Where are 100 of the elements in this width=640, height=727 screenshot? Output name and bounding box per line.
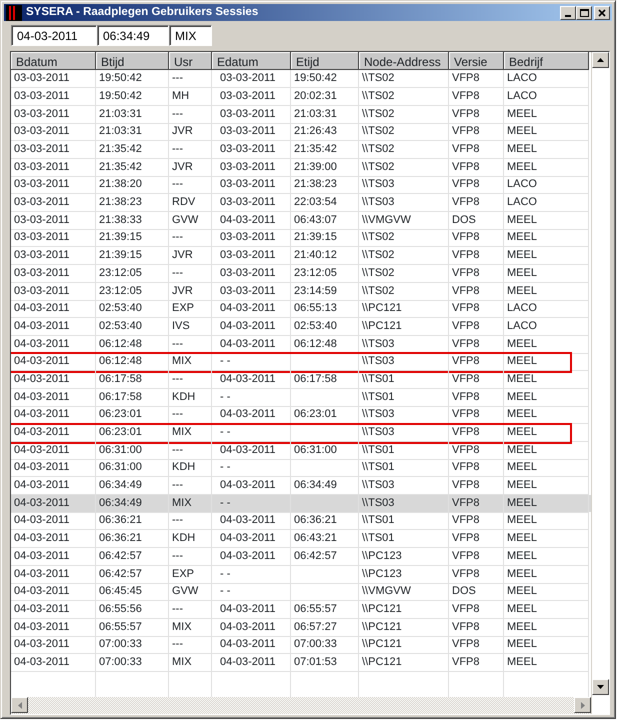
table-row[interactable]: 04-03-2011 06:12:48 --- 04-03-2011 06:12:48 \\TS03 VFP8 MEEL: [11, 336, 591, 354]
table-row[interactable]: 04-03-2011 06:42:57 EXP - - \\PC123 VFP8 MEEL: [11, 566, 591, 584]
table-cell: 03-03-2011: [212, 229, 291, 248]
table-row[interactable]: 03-03-2011 21:35:42 JVR 03-03-2011 21:39:00 \\TS02 VFP8 MEEL: [11, 158, 591, 176]
column-header[interactable]: Edatum: [212, 52, 291, 70]
column-header[interactable]: Bdatum: [11, 52, 96, 70]
vertical-scrollbar[interactable]: [591, 52, 610, 714]
table-cell: 03-03-2011: [11, 282, 96, 300]
table-row[interactable]: 04-03-2011 06:12:48 MIX - - \\TS03 VFP8 MEEL: [11, 353, 591, 371]
table-cell: GVW: [169, 212, 212, 230]
table-cell: 03-03-2011: [11, 158, 96, 177]
table-cell: 03-03-2011: [11, 88, 96, 106]
right-arrow-icon: [580, 702, 584, 709]
table-cell: \\TS01: [359, 512, 449, 530]
table-row[interactable]: 03-03-2011 19:50:42 --- 03-03-2011 19:50:42 \\TS02 VFP8 LACO: [11, 70, 591, 88]
table-row[interactable]: 04-03-2011 06:34:49 MIX - - \\TS03 VFP8 MEEL: [11, 494, 591, 512]
table-cell: 06:43:21: [291, 530, 359, 548]
input-field[interactable]: MIX: [169, 25, 212, 46]
table-cell: \\PC123: [359, 566, 449, 584]
table-cell: 04-03-2011: [11, 336, 96, 354]
table-cell: 03-03-2011: [212, 282, 291, 300]
table-cell: 21:39:15: [291, 229, 359, 248]
table-cell: MIX: [169, 494, 212, 513]
table-row[interactable]: 04-03-2011 06:55:57 MIX 04-03-2011 06:57:27 \\PC121 VFP8 MEEL: [11, 618, 591, 636]
table-row[interactable]: 04-03-2011 06:23:01 MIX - - \\TS03 VFP8 MEEL: [11, 424, 591, 442]
table-cell: MEEL: [504, 141, 589, 159]
table-row[interactable]: 04-03-2011 06:31:00 KDH - - \\TS01 VFP8 MEEL: [11, 459, 591, 478]
table-row[interactable]: 04-03-2011 06:45:45 GVW - - \\VMGVW DOS MEEL: [11, 583, 591, 601]
table-row[interactable]: 03-03-2011 21:03:31 --- 03-03-2011 21:03:31 \\TS02 VFP8 MEEL: [11, 106, 591, 124]
table-cell: 03-03-2011: [212, 141, 291, 159]
table-cell: \\TS02: [359, 88, 449, 106]
column-header[interactable]: Btijd: [96, 52, 169, 70]
table-row[interactable]: 04-03-2011 07:00:33 MIX 04-03-2011 07:01:53 \\PC121 VFP8 MEEL: [11, 654, 591, 672]
table-cell: KDH: [169, 530, 212, 548]
table-row[interactable]: 03-03-2011 21:38:33 GVW 04-03-2011 06:43:07 \\VMGVW DOS MEEL: [11, 212, 591, 230]
table-row[interactable]: 03-03-2011 21:39:15 JVR 03-03-2011 21:40:12 \\TS02 VFP8 MEEL: [11, 247, 591, 265]
table-cell: MEEL: [504, 158, 589, 177]
table-cell: 23:12:05: [96, 264, 169, 283]
table-cell: 03-03-2011: [212, 264, 291, 283]
column-header[interactable]: Versie: [449, 52, 504, 70]
table-row[interactable]: 03-03-2011 21:38:23 RDV 03-03-2011 22:03:54 \\TS03 VFP8 LACO: [11, 194, 591, 212]
scroll-down-button[interactable]: [592, 679, 609, 696]
table-cell: \\TS01: [359, 370, 449, 389]
table-cell: 06:42:57: [96, 566, 169, 584]
table-row[interactable]: 04-03-2011 06:55:56 --- 04-03-2011 06:55:57 \\PC121 VFP8 MEEL: [11, 600, 591, 619]
table-row[interactable]: 04-03-2011 02:53:40 EXP 04-03-2011 06:55:13 \\PC121 VFP8 LACO: [11, 300, 591, 318]
table-cell: \\TS02: [359, 247, 449, 266]
table-cell: VFP8: [449, 494, 504, 513]
table-cell: 04-03-2011: [11, 618, 96, 637]
table-row[interactable]: 03-03-2011 23:12:05 --- 03-03-2011 23:12:05 \\TS02 VFP8 MEEL: [11, 264, 591, 282]
table-row[interactable]: 03-03-2011 21:03:31 JVR 03-03-2011 21:26:43 \\TS02 VFP8 MEEL: [11, 123, 591, 141]
scroll-right-button[interactable]: [574, 697, 591, 714]
table-row[interactable]: 04-03-2011 06:36:21 KDH 04-03-2011 06:43:21 \\TS01 VFP8 MEEL: [11, 530, 591, 548]
table-cell: \\TS02: [359, 141, 449, 159]
table-cell: MEEL: [504, 494, 589, 513]
table-row[interactable]: 04-03-2011 06:31:00 --- 04-03-2011 06:31:00 \\TS01 VFP8 MEEL: [11, 442, 591, 460]
table-row[interactable]: 04-03-2011 06:17:58 --- 04-03-2011 06:17:58 \\TS01 VFP8 MEEL: [11, 370, 591, 389]
table-cell: 21:03:31: [291, 106, 359, 124]
table-cell: JVR: [169, 158, 212, 177]
table-cell: 02:53:40: [96, 300, 169, 318]
table-cell: 06:12:48: [96, 336, 169, 354]
table-row[interactable]: 03-03-2011 19:50:42 MH 03-03-2011 20:02:31 \\TS02 VFP8 LACO: [11, 88, 591, 106]
table-row[interactable]: 03-03-2011 23:12:05 JVR 03-03-2011 23:14:59 \\TS02 VFP8 MEEL: [11, 282, 591, 300]
minimize-button[interactable]: [560, 6, 576, 20]
table-row[interactable]: 04-03-2011 02:53:40 IVS 04-03-2011 02:53:40 \\PC121 VFP8 LACO: [11, 318, 591, 336]
table-row[interactable]: 04-03-2011 06:36:21 --- 04-03-2011 06:36:21 \\TS01 VFP8 MEEL: [11, 512, 591, 530]
column-header[interactable]: Node-Address: [359, 52, 449, 70]
table-cell: VFP8: [449, 336, 504, 354]
column-header[interactable]: Usr: [169, 52, 212, 70]
scroll-up-button[interactable]: [592, 52, 609, 68]
table-cell: \\PC121: [359, 600, 449, 619]
table-cell: LACO: [504, 176, 589, 194]
column-header[interactable]: Bedrijf: [504, 52, 589, 70]
table-cell: MIX: [169, 424, 212, 442]
table-row[interactable]: 03-03-2011 21:38:20 --- 03-03-2011 21:38:23 \\TS03 VFP8 LACO: [11, 176, 591, 194]
horizontal-scrollbar[interactable]: [11, 697, 591, 714]
table-cell: VFP8: [449, 229, 504, 248]
table-cell: 06:12:48: [96, 353, 169, 372]
table-cell: \\TS03: [359, 494, 449, 513]
maximize-button[interactable]: [576, 6, 592, 20]
table-cell: 04-03-2011: [212, 370, 291, 389]
table-cell: \\TS02: [359, 158, 449, 177]
table-row[interactable]: 03-03-2011 21:35:42 --- 03-03-2011 21:35:42 \\TS02 VFP8 MEEL: [11, 141, 591, 159]
table-row[interactable]: 04-03-2011 06:42:57 --- 04-03-2011 06:42:57 \\PC123 VFP8 MEEL: [11, 548, 591, 566]
table-cell: 22:03:54: [291, 194, 359, 212]
table-cell: VFP8: [449, 406, 504, 424]
table-row[interactable]: 03-03-2011 21:39:15 --- 03-03-2011 21:39:15 \\TS02 VFP8 MEEL: [11, 229, 591, 248]
table-row[interactable]: 04-03-2011 07:00:33 --- 04-03-2011 07:00:33 \\PC121 VFP8 MEEL: [11, 636, 591, 654]
input-field[interactable]: 06:34:49: [97, 25, 169, 46]
close-button[interactable]: [594, 6, 610, 20]
table-cell: MEEL: [504, 229, 589, 248]
table-cell: KDH: [169, 388, 212, 407]
column-header[interactable]: Etijd: [291, 52, 359, 70]
table-row[interactable]: 04-03-2011 06:17:58 KDH - - \\TS01 VFP8 MEEL: [11, 388, 591, 406]
scroll-left-button[interactable]: [11, 697, 28, 714]
table-cell: 06:31:00: [96, 442, 169, 460]
input-field[interactable]: 04-03-2011: [11, 25, 97, 46]
table-cell: 04-03-2011: [212, 212, 291, 230]
table-cell: \\TS03: [359, 424, 449, 442]
table-row[interactable]: 04-03-2011 06:23:01 --- 04-03-2011 06:23:01 \\TS03 VFP8 MEEL: [11, 406, 591, 424]
